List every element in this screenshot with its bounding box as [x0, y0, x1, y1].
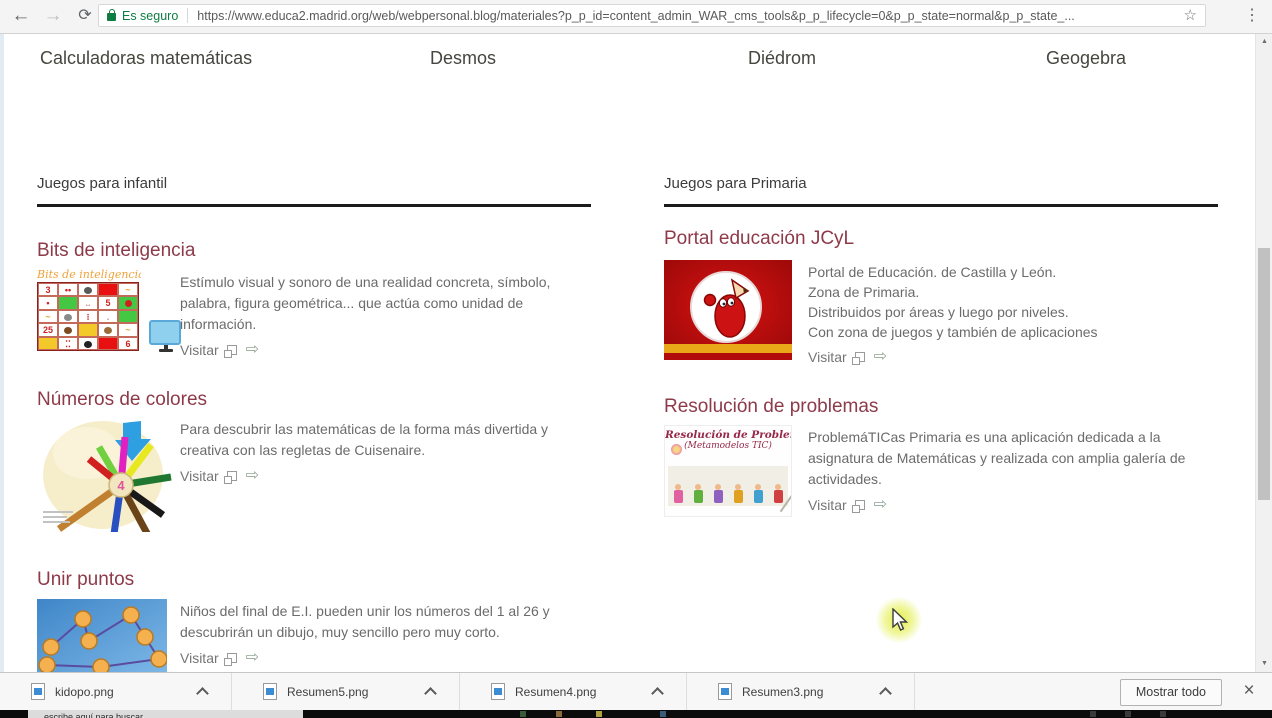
- arrow-right-icon: ⇨: [245, 467, 260, 484]
- item-title-resolucion[interactable]: Resolución de problemas: [664, 396, 878, 418]
- download-item[interactable]: kidopo.png: [0, 673, 232, 710]
- image-file-icon: [31, 683, 45, 700]
- image-file-icon: [718, 683, 732, 700]
- nav-link-diedrom[interactable]: Diédrom: [748, 48, 816, 69]
- image-file-icon: [491, 683, 505, 700]
- browser-toolbar: ← → ⟳ Es seguro https://www.educa2.madri…: [0, 0, 1272, 34]
- external-link-icon: [223, 345, 237, 358]
- item-jcyl: Portal de Educación. de Castilla y León.…: [664, 260, 1208, 365]
- arrow-right-icon: ⇨: [245, 341, 260, 358]
- bits-thumbnail[interactable]: Bits de inteligencia 3 •• ~ •.. 5 ~ ⁝. 25 ~ ⁚…: [37, 268, 183, 358]
- item-description-line: Portal de Educación. de Castilla y León.: [808, 264, 1057, 280]
- page-left-edge: [0, 34, 4, 672]
- numeros-image: 4: [43, 421, 172, 542]
- svg-text:4: 4: [117, 478, 125, 493]
- forward-icon[interactable]: →: [40, 3, 66, 29]
- resolucion-image: Resolución de Problemas (Metamodelos TIC…: [664, 425, 792, 517]
- bits-grid-image: 3 •• ~ •.. 5 ~ ⁝. 25 ~ ⁚⁚ 6: [37, 282, 139, 351]
- download-item[interactable]: Resumen3.png: [687, 673, 915, 710]
- visit-link-numeros[interactable]: Visitar ⇨: [180, 468, 565, 484]
- chevron-up-icon[interactable]: [879, 687, 892, 700]
- item-description: Para descubrir las matemáticas de la for…: [180, 421, 549, 458]
- visit-link-jcyl[interactable]: Visitar ⇨: [808, 349, 1208, 365]
- item-title-bits[interactable]: Bits de inteligencia: [37, 240, 195, 262]
- external-link-icon: [223, 471, 237, 484]
- column-infantil: Juegos para infantil Bits de inteligenci…: [37, 172, 591, 672]
- download-filename[interactable]: Resumen5.png: [287, 685, 368, 699]
- url-divider: [187, 8, 189, 23]
- chevron-up-icon[interactable]: [424, 687, 437, 700]
- lock-icon: [107, 9, 116, 21]
- unir-image: [37, 599, 168, 672]
- visit-link-resolucion[interactable]: Visitar ⇨: [808, 497, 1203, 513]
- item-description-line: Con zona de juegos y también de aplicaci…: [808, 324, 1098, 340]
- chevron-up-icon[interactable]: [196, 687, 209, 700]
- column-primaria: Juegos para Primaria Portal educación JC…: [664, 172, 1218, 672]
- vertical-scrollbar[interactable]: ▲ ▼: [1255, 34, 1272, 672]
- item-description: Estímulo visual y sonoro de una realidad…: [180, 274, 551, 332]
- visit-link-bits[interactable]: Visitar ⇨: [180, 342, 565, 358]
- downloads-shelf: kidopo.png Resumen5.png Resumen4.png Res…: [0, 672, 1272, 710]
- bits-thumb-caption: Bits de inteligencia: [37, 268, 141, 281]
- monitor-icon: [149, 320, 183, 354]
- download-filename[interactable]: Resumen3.png: [742, 685, 823, 699]
- close-shelf-icon[interactable]: ×: [1236, 678, 1262, 704]
- numeros-thumbnail[interactable]: 4: [37, 413, 180, 542]
- taskbar-search-hint: escribe aquí para buscar: [44, 712, 144, 718]
- image-file-icon: [263, 683, 277, 700]
- item-title-unir[interactable]: Unir puntos: [37, 569, 134, 591]
- taskbar-search-box[interactable]: escribe aquí para buscar: [28, 710, 303, 718]
- nav-link-calculadoras[interactable]: Calculadoras matemáticas: [40, 48, 252, 69]
- visit-link-unir[interactable]: Visitar ⇨: [180, 650, 570, 666]
- windows-taskbar-sliver: escribe aquí para buscar: [0, 710, 1272, 718]
- external-link-icon: [851, 500, 865, 513]
- back-icon[interactable]: ←: [8, 3, 34, 29]
- download-item[interactable]: Resumen4.png: [460, 673, 687, 710]
- show-all-downloads-button[interactable]: Mostrar todo: [1119, 679, 1222, 706]
- security-label: Es seguro: [122, 8, 179, 23]
- item-numeros: 4 Para descubrir las matemáticas de la f…: [37, 413, 565, 542]
- item-description: Niños del final de E.I. pueden unir los …: [180, 603, 550, 640]
- resolucion-thumbnail[interactable]: Resolución de Problemas (Metamodelos TIC…: [664, 425, 808, 517]
- external-link-icon: [851, 352, 865, 365]
- section-heading-primaria: Juegos para Primaria: [664, 172, 1218, 207]
- arrow-right-icon: ⇨: [245, 649, 260, 666]
- arrow-right-icon: ⇨: [873, 348, 888, 365]
- item-description: ProblemáTICas Primaria es una aplicación…: [808, 429, 1186, 487]
- page-content: Calculadoras matemáticas Desmos Diédrom …: [0, 34, 1272, 672]
- external-link-icon: [223, 653, 237, 666]
- item-title-jcyl[interactable]: Portal educación JCyL: [664, 228, 854, 250]
- item-unir: Niños del final de E.I. pueden unir los …: [37, 599, 570, 672]
- scrollbar-thumb[interactable]: [1258, 248, 1270, 500]
- nav-link-desmos[interactable]: Desmos: [430, 48, 496, 69]
- chevron-up-icon[interactable]: [651, 687, 664, 700]
- item-bits: Bits de inteligencia 3 •• ~ •.. 5 ~ ⁝. 25 ~ ⁚…: [37, 268, 565, 358]
- url-text[interactable]: https://www.educa2.madrid.org/web/webper…: [197, 9, 1175, 23]
- nav-link-geogebra[interactable]: Geogebra: [1046, 48, 1126, 69]
- bookmark-star-icon[interactable]: ☆: [1184, 8, 1197, 23]
- browser-menu-icon[interactable]: ⋮: [1240, 4, 1264, 28]
- arrow-right-icon: ⇨: [873, 496, 888, 513]
- address-bar[interactable]: Es seguro https://www.educa2.madrid.org/…: [98, 4, 1206, 27]
- download-filename[interactable]: kidopo.png: [55, 685, 114, 699]
- scroll-down-icon[interactable]: ▼: [1256, 656, 1272, 672]
- item-description-line: Zona de Primaria.: [808, 284, 920, 300]
- item-description-line: Distribuidos por áreas y luego por nivel…: [808, 304, 1069, 320]
- download-filename[interactable]: Resumen4.png: [515, 685, 596, 699]
- mouse-cursor: [889, 607, 911, 637]
- scroll-up-icon[interactable]: ▲: [1256, 34, 1272, 50]
- unir-thumbnail[interactable]: [37, 599, 180, 672]
- item-resolucion: Resolución de Problemas (Metamodelos TIC…: [664, 425, 1203, 517]
- jcyl-thumbnail[interactable]: [664, 260, 808, 365]
- section-heading-infantil: Juegos para infantil: [37, 172, 591, 207]
- item-title-numeros[interactable]: Números de colores: [37, 389, 207, 411]
- jcyl-image: [664, 260, 792, 360]
- refresh-icon[interactable]: ⟳: [72, 3, 98, 29]
- download-item[interactable]: Resumen5.png: [232, 673, 460, 710]
